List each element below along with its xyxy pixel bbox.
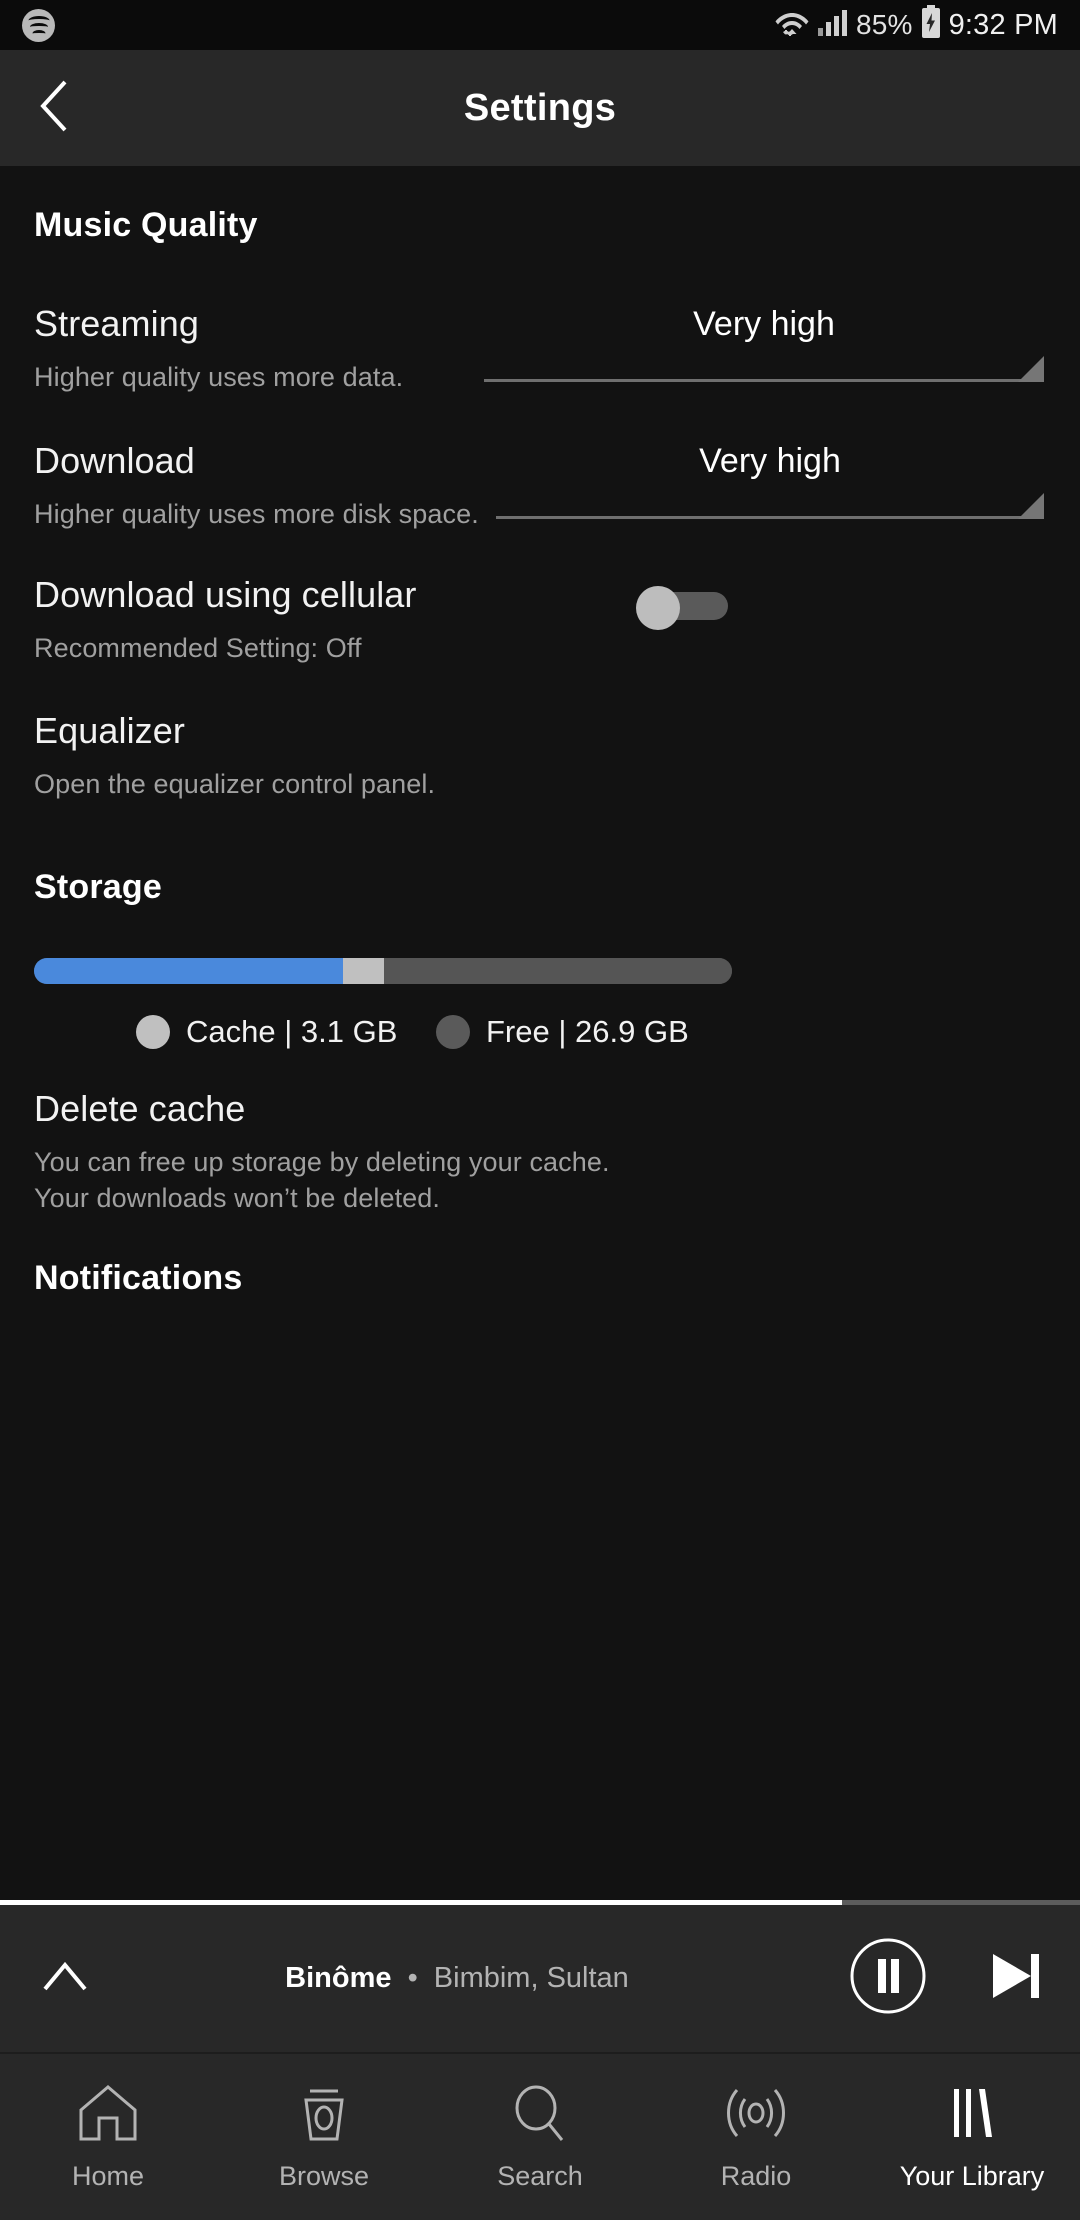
setting-row-download-using-cellular[interactable]: Download using cellular Recommended Sett… xyxy=(0,564,1080,674)
toggle-thumb xyxy=(636,586,680,630)
expand-player-button[interactable] xyxy=(0,1905,130,2052)
section-heading-music-quality: Music Quality xyxy=(34,206,258,244)
setting-title-streaming: Streaming xyxy=(34,303,199,344)
setting-title-download-using-cellular: Download using cellular xyxy=(34,574,417,615)
streaming-quality-value: Very high xyxy=(693,305,835,343)
wifi-icon xyxy=(774,6,810,45)
nav-label-browse: Browse xyxy=(278,2161,370,2191)
home-icon xyxy=(75,2082,141,2149)
section-heading-storage: Storage xyxy=(34,868,162,906)
setting-subtitle-streaming: Higher quality uses more data. xyxy=(34,362,404,392)
search-icon xyxy=(507,2082,573,2149)
setting-title-download: Download xyxy=(34,440,195,481)
nav-item-search[interactable]: Search xyxy=(432,2053,648,2220)
pause-icon xyxy=(849,1937,927,2020)
setting-row-equalizer[interactable]: Equalizer Open the equalizer control pan… xyxy=(0,700,1080,810)
setting-title-equalizer: Equalizer xyxy=(34,710,185,751)
radio-icon xyxy=(723,2082,789,2149)
spinner-underline-streaming xyxy=(484,356,1044,382)
setting-row-delete-cache[interactable]: Delete cache You can free up storage by … xyxy=(0,1078,1080,1238)
now-playing-track-name: Binôme xyxy=(285,1962,392,1994)
status-bar: 85% 9:32 PM xyxy=(0,0,1080,50)
next-track-icon xyxy=(985,1945,1047,2012)
next-track-button[interactable] xyxy=(952,1905,1080,2052)
cellular-signal-icon xyxy=(817,7,849,44)
spotify-icon xyxy=(22,8,55,42)
section-heading-notifications: Notifications xyxy=(34,1259,243,1297)
setting-subtitle-download-using-cellular: Recommended Setting: Off xyxy=(34,633,362,663)
spinner-underline-download xyxy=(496,493,1044,519)
library-icon xyxy=(939,2082,1005,2149)
setting-row-download[interactable]: Download Higher quality uses more disk s… xyxy=(0,428,1080,548)
status-bar-right: 85% 9:32 PM xyxy=(774,4,1058,46)
streaming-quality-spinner[interactable]: Very high xyxy=(484,305,1044,382)
page-title: Settings xyxy=(463,86,617,129)
now-playing-row: Binôme • Bimbim, Sultan xyxy=(0,1905,1080,2052)
nav-item-home[interactable]: Home xyxy=(0,2053,216,2220)
spinner-triangle-icon xyxy=(1018,493,1044,519)
status-bar-left xyxy=(22,8,55,42)
battery-charging-icon xyxy=(920,4,942,46)
storage-legend-free: Free | 26.9 GB xyxy=(436,1014,689,1050)
app-screen: 85% 9:32 PM Settings Music Quality Strea… xyxy=(0,0,1080,2220)
setting-title-delete-cache: Delete cache xyxy=(34,1088,246,1129)
storage-segment-free xyxy=(384,958,732,984)
pause-button[interactable] xyxy=(824,1905,952,2052)
storage-legend-cache: Cache | 3.1 GB xyxy=(136,1014,397,1050)
nav-label-your-library: Your Library xyxy=(899,2161,1045,2191)
storage-segment-used xyxy=(34,958,344,984)
download-quality-spinner[interactable]: Very high xyxy=(496,442,1044,519)
battery-percent: 85% xyxy=(855,9,913,40)
download-using-cellular-toggle[interactable] xyxy=(636,586,728,630)
legend-label-free: Free | 26.9 GB xyxy=(486,1014,689,1049)
setting-subtitle-delete-cache: You can free up storage by deleting your… xyxy=(34,1147,610,1214)
setting-subtitle-download: Higher quality uses more disk space. xyxy=(34,499,479,529)
setting-row-streaming[interactable]: Streaming Higher quality uses more data.… xyxy=(0,291,1080,411)
now-playing-separator: • xyxy=(407,1962,418,1994)
status-bar-clock: 9:32 PM xyxy=(948,8,1058,41)
spinner-triangle-icon xyxy=(1018,356,1044,382)
back-chevron-icon xyxy=(35,78,75,139)
settings-content: Music Quality Streaming Higher quality u… xyxy=(0,166,1080,1900)
chevron-up-icon xyxy=(40,1958,90,1999)
download-quality-value: Very high xyxy=(699,442,841,480)
storage-segment-cache xyxy=(343,958,385,984)
setting-subtitle-equalizer: Open the equalizer control panel. xyxy=(34,769,436,799)
back-button[interactable] xyxy=(0,50,110,166)
storage-usage-bar xyxy=(34,958,732,984)
legend-dot-free xyxy=(436,1015,470,1049)
now-playing-artist-name: Bimbim, Sultan xyxy=(433,1962,629,1994)
nav-item-radio[interactable]: Radio xyxy=(648,2053,864,2220)
nav-item-your-library[interactable]: Your Library xyxy=(864,2053,1080,2220)
bottom-navigation-bar: Home Browse Search Radio Your Library xyxy=(0,2052,1080,2220)
app-bar: Settings xyxy=(0,50,1080,166)
nav-label-home: Home xyxy=(71,2161,145,2191)
nav-label-search: Search xyxy=(497,2161,583,2191)
now-playing-bar[interactable]: Binôme • Bimbim, Sultan xyxy=(0,1900,1080,2052)
now-playing-metadata: Binôme • Bimbim, Sultan xyxy=(130,1962,824,1995)
legend-dot-cache xyxy=(136,1015,170,1049)
nav-label-radio: Radio xyxy=(720,2161,792,2191)
legend-label-cache: Cache | 3.1 GB xyxy=(186,1014,398,1049)
nav-item-browse[interactable]: Browse xyxy=(216,2053,432,2220)
browse-icon xyxy=(291,2082,357,2149)
